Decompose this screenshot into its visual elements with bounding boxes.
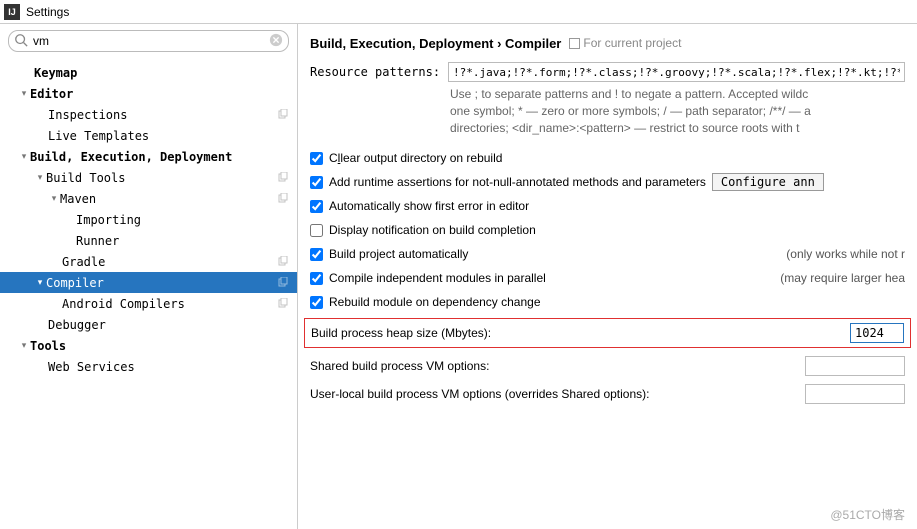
parallel-compile-checkbox[interactable] xyxy=(310,272,323,285)
user-vm-label: User-local build process VM options (ove… xyxy=(310,387,805,401)
project-scope-icon xyxy=(569,38,580,49)
settings-sidebar: Keymap ▾Editor Inspections Live Template… xyxy=(0,24,298,529)
runtime-assertions-label: Add runtime assertions for not-null-anno… xyxy=(329,175,706,189)
clear-output-checkbox[interactable] xyxy=(310,152,323,165)
tree-item-live-templates[interactable]: Live Templates xyxy=(0,125,297,146)
chevron-down-icon[interactable]: ▾ xyxy=(18,340,30,351)
app-logo-icon: IJ xyxy=(4,4,20,20)
rebuild-dep-checkbox[interactable] xyxy=(310,296,323,309)
rebuild-dep-label: Rebuild module on dependency change xyxy=(329,295,541,309)
shared-vm-input[interactable] xyxy=(805,356,905,376)
heap-size-input[interactable] xyxy=(850,323,904,343)
chevron-down-icon[interactable]: ▾ xyxy=(18,151,30,162)
window-title: Settings xyxy=(26,5,69,19)
build-auto-label: Build project automatically xyxy=(329,247,468,261)
scope-label: For current project xyxy=(569,36,681,50)
copy-icon xyxy=(277,109,289,121)
titlebar: IJ Settings xyxy=(0,0,917,24)
tree-item-web-services[interactable]: Web Services xyxy=(0,356,297,377)
settings-tree: Keymap ▾Editor Inspections Live Template… xyxy=(0,58,297,381)
copy-icon xyxy=(277,277,289,289)
parallel-compile-label: Compile independent modules in parallel xyxy=(329,271,546,285)
tree-item-keymap[interactable]: Keymap xyxy=(0,62,297,83)
tree-item-gradle[interactable]: Gradle xyxy=(0,251,297,272)
chevron-down-icon[interactable]: ▾ xyxy=(34,172,46,183)
clear-search-icon[interactable] xyxy=(269,33,283,47)
chevron-down-icon[interactable]: ▾ xyxy=(34,277,46,288)
tree-item-tools[interactable]: ▾Tools xyxy=(0,335,297,356)
tree-item-editor[interactable]: ▾Editor xyxy=(0,83,297,104)
resource-patterns-help: Use ; to separate patterns and ! to nega… xyxy=(450,86,905,136)
parallel-compile-note: (may require larger hea xyxy=(780,271,905,285)
heap-size-highlight: Build process heap size (Mbytes): xyxy=(304,318,911,348)
copy-icon xyxy=(277,256,289,268)
tree-item-bed[interactable]: ▾Build, Execution, Deployment xyxy=(0,146,297,167)
shared-vm-label: Shared build process VM options: xyxy=(310,359,805,373)
build-auto-checkbox[interactable] xyxy=(310,248,323,261)
settings-content: Build, Execution, Deployment › Compiler … xyxy=(298,24,917,529)
user-vm-input[interactable] xyxy=(805,384,905,404)
configure-annotations-button[interactable]: Configure ann xyxy=(712,173,824,191)
search-icon xyxy=(14,33,28,47)
resource-patterns-label: Resource patterns: xyxy=(310,62,440,79)
copy-icon xyxy=(277,172,289,184)
copy-icon xyxy=(277,298,289,310)
tree-item-debugger[interactable]: Debugger xyxy=(0,314,297,335)
tree-item-android-compilers[interactable]: Android Compilers xyxy=(0,293,297,314)
watermark: @51CTO博客 xyxy=(830,506,905,523)
tree-item-maven[interactable]: ▾Maven xyxy=(0,188,297,209)
tree-item-runner[interactable]: Runner xyxy=(0,230,297,251)
notify-build-label: Display notification on build completion xyxy=(329,223,536,237)
runtime-assertions-checkbox[interactable] xyxy=(310,176,323,189)
breadcrumb: Build, Execution, Deployment › Compiler … xyxy=(310,32,905,54)
tree-item-importing[interactable]: Importing xyxy=(0,209,297,230)
search-input[interactable] xyxy=(8,30,289,52)
tree-item-build-tools[interactable]: ▾Build Tools xyxy=(0,167,297,188)
build-auto-note: (only works while not r xyxy=(786,247,905,261)
clear-output-label: Cllear output directory on rebuild xyxy=(329,151,502,165)
chevron-down-icon[interactable]: ▾ xyxy=(18,88,30,99)
heap-size-label: Build process heap size (Mbytes): xyxy=(311,326,850,340)
tree-item-compiler[interactable]: ▾Compiler xyxy=(0,272,297,293)
breadcrumb-path: Build, Execution, Deployment › Compiler xyxy=(310,36,561,51)
tree-item-inspections[interactable]: Inspections xyxy=(0,104,297,125)
notify-build-checkbox[interactable] xyxy=(310,224,323,237)
chevron-down-icon[interactable]: ▾ xyxy=(48,193,60,204)
copy-icon xyxy=(277,193,289,205)
first-error-label: Automatically show first error in editor xyxy=(329,199,529,213)
first-error-checkbox[interactable] xyxy=(310,200,323,213)
resource-patterns-input[interactable] xyxy=(448,62,905,82)
